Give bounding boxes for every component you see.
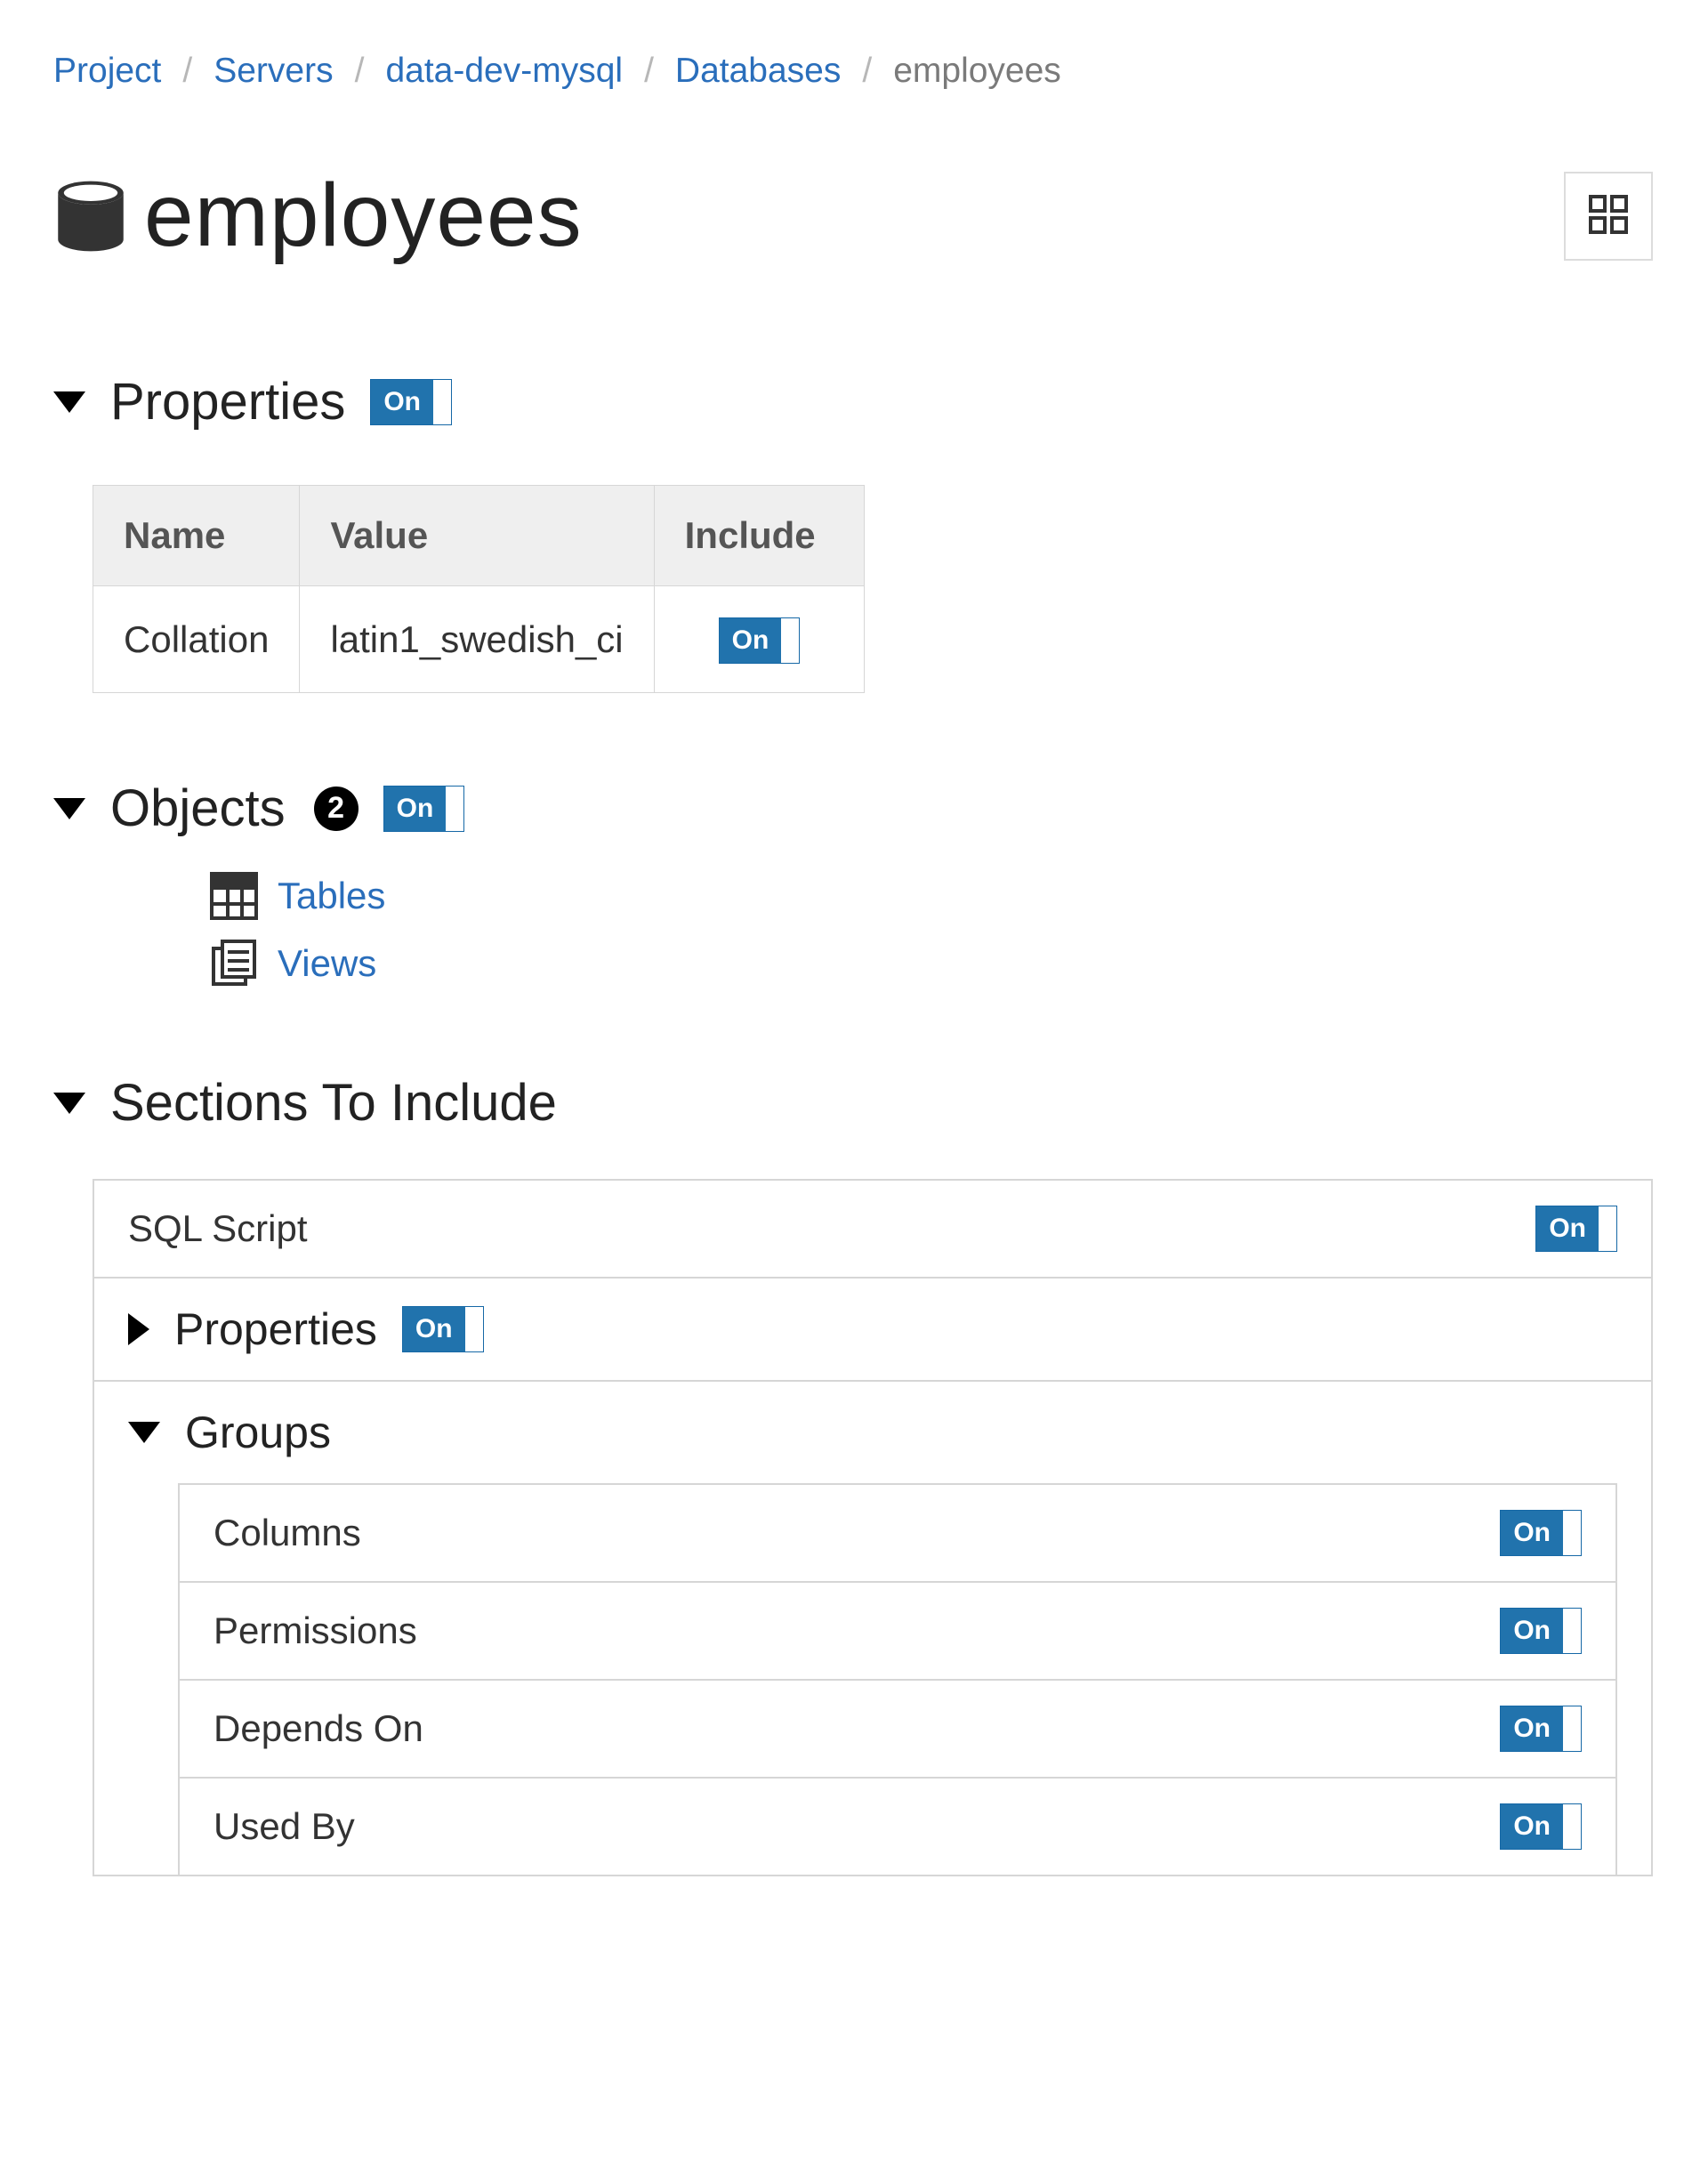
table-header-row: Name Value Include [93, 486, 865, 586]
section-label: Properties [174, 1303, 377, 1355]
database-icon [53, 179, 128, 254]
objects-list: Tables Views [210, 872, 1653, 988]
section-properties-toggle[interactable]: On [402, 1306, 484, 1352]
properties-toggle[interactable]: On [370, 379, 452, 425]
breadcrumb-sep: / [182, 53, 192, 88]
toggle-knob [1563, 1706, 1581, 1751]
group-label: Depends On [214, 1707, 423, 1750]
caret-down-icon[interactable] [53, 1093, 85, 1114]
object-views-link[interactable]: Views [278, 942, 376, 985]
grid-icon [1587, 193, 1630, 238]
properties-section: Properties On Name Value Include Collati… [53, 372, 1653, 693]
table-row: Collation latin1_swedish_ci On [93, 586, 865, 693]
breadcrumb-server[interactable]: data-dev-mysql [385, 53, 623, 88]
group-label: Permissions [214, 1609, 417, 1652]
properties-table: Name Value Include Collation latin1_swed… [93, 485, 865, 693]
breadcrumb: Project / Servers / data-dev-mysql / Databa… [53, 53, 1653, 88]
toggle-label: On [1536, 1206, 1599, 1251]
section-label: Groups [185, 1407, 331, 1458]
group-label: Columns [214, 1512, 361, 1554]
group-row-permissions: Permissions On [180, 1583, 1615, 1681]
toggle-label: On [403, 1307, 465, 1351]
toggle-knob [433, 380, 451, 424]
toggle-label: On [1501, 1511, 1563, 1555]
toggle-knob [465, 1307, 483, 1351]
breadcrumb-project[interactable]: Project [53, 53, 161, 88]
group-row-dependson: Depends On On [180, 1681, 1615, 1779]
layout-grid-button[interactable] [1564, 172, 1653, 261]
toggle-knob [446, 787, 463, 831]
objects-section: Objects 2 On Tables Views [53, 778, 1653, 988]
group-row-usedby: Used By On [180, 1779, 1615, 1875]
toggle-label: On [1501, 1804, 1563, 1849]
breadcrumb-servers[interactable]: Servers [214, 53, 333, 88]
caret-down-icon[interactable] [128, 1422, 160, 1443]
properties-heading: Properties [110, 372, 345, 432]
list-item: Views [210, 940, 1653, 988]
breadcrumb-sep: / [644, 53, 654, 88]
prop-include-cell: On [654, 586, 865, 693]
caret-down-icon[interactable] [53, 798, 85, 819]
view-icon [210, 940, 258, 988]
sections-to-include: Sections To Include SQL Script On Proper… [53, 1073, 1653, 1876]
group-columns-toggle[interactable]: On [1500, 1510, 1582, 1556]
col-include: Include [654, 486, 865, 586]
group-row-columns: Columns On [180, 1485, 1615, 1583]
toggle-label: On [1501, 1609, 1563, 1653]
toggle-label: On [720, 618, 782, 663]
list-item: Tables [210, 872, 1653, 920]
sections-include-box: SQL Script On Properties On [93, 1179, 1653, 1876]
toggle-knob [1599, 1206, 1616, 1251]
toggle-knob [1563, 1609, 1581, 1653]
prop-value: latin1_swedish_ci [300, 586, 654, 693]
group-usedby-toggle[interactable]: On [1500, 1803, 1582, 1850]
groups-list: Columns On Permissions On Depends On On … [178, 1483, 1617, 1875]
section-row-sql: SQL Script On [94, 1181, 1651, 1279]
objects-heading: Objects [110, 778, 286, 838]
objects-toggle[interactable]: On [383, 786, 465, 832]
section-row-properties: Properties On [94, 1279, 1651, 1382]
caret-right-icon[interactable] [128, 1313, 149, 1345]
group-dependson-toggle[interactable]: On [1500, 1706, 1582, 1752]
prop-name: Collation [93, 586, 300, 693]
toggle-label: On [1501, 1706, 1563, 1751]
section-row-groups: Groups Columns On Permissions On Depends… [94, 1382, 1651, 1876]
toggle-label: On [384, 787, 447, 831]
page-title: employees [144, 165, 583, 267]
col-value: Value [300, 486, 654, 586]
caret-down-icon[interactable] [53, 391, 85, 413]
toggle-knob [781, 618, 799, 663]
breadcrumb-sep: / [355, 53, 365, 88]
objects-count-badge: 2 [314, 787, 359, 831]
table-icon [210, 872, 258, 920]
toggle-knob [1563, 1804, 1581, 1849]
toggle-label: On [371, 380, 433, 424]
group-label: Used By [214, 1805, 355, 1848]
sections-heading: Sections To Include [110, 1073, 557, 1133]
breadcrumb-sep: / [862, 53, 872, 88]
section-label: SQL Script [128, 1207, 308, 1250]
row-include-toggle[interactable]: On [719, 617, 801, 664]
sql-script-toggle[interactable]: On [1535, 1206, 1617, 1252]
group-permissions-toggle[interactable]: On [1500, 1608, 1582, 1654]
toggle-knob [1563, 1511, 1581, 1555]
breadcrumb-current: employees [893, 53, 1061, 88]
breadcrumb-databases[interactable]: Databases [675, 53, 841, 88]
col-name: Name [93, 486, 300, 586]
object-tables-link[interactable]: Tables [278, 875, 385, 917]
